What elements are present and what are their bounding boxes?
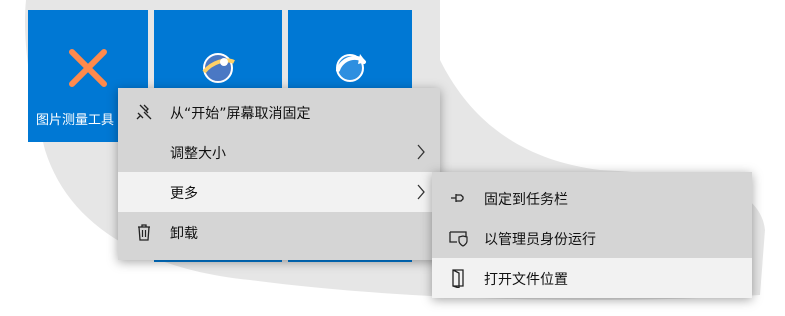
submenu-item-run-as-admin[interactable]: 以管理员身份运行 bbox=[432, 218, 752, 258]
submenu-item-open-location[interactable]: 打开文件位置 bbox=[432, 258, 752, 298]
app-globe-icon bbox=[202, 53, 235, 83]
submenu-more: 固定到任务栏 以管理员身份运行 打开文件位置 bbox=[432, 172, 752, 298]
shield-window-icon bbox=[449, 231, 468, 247]
menu-item-resize[interactable]: 调整大小 bbox=[118, 132, 440, 172]
chevron-right-icon bbox=[417, 184, 425, 200]
context-menu: 从“开始”屏幕取消固定 调整大小 更多 卸载 bbox=[118, 88, 440, 260]
trash-icon bbox=[138, 224, 150, 241]
unpin-icon bbox=[136, 104, 152, 120]
menu-item-label: 更多 bbox=[170, 186, 198, 202]
menu-item-label: 卸载 bbox=[170, 226, 198, 242]
submenu-item-label: 打开文件位置 bbox=[484, 272, 568, 288]
submenu-item-pin-taskbar[interactable]: 固定到任务栏 bbox=[432, 178, 752, 218]
pin-icon bbox=[451, 194, 464, 202]
refresh-globe-icon bbox=[336, 54, 366, 82]
menu-item-uninstall[interactable]: 卸载 bbox=[118, 212, 440, 252]
open-folder-icon bbox=[452, 269, 464, 288]
menu-item-more[interactable]: 更多 bbox=[118, 172, 440, 212]
chevron-right-icon bbox=[417, 144, 425, 160]
close-x-icon bbox=[69, 49, 107, 87]
menu-item-unpin[interactable]: 从“开始”屏幕取消固定 bbox=[118, 92, 440, 132]
submenu-item-label: 固定到任务栏 bbox=[484, 192, 568, 208]
submenu-item-label: 以管理员身份运行 bbox=[484, 232, 596, 248]
menu-item-label: 从“开始”屏幕取消固定 bbox=[170, 106, 311, 122]
menu-item-label: 调整大小 bbox=[170, 146, 226, 162]
